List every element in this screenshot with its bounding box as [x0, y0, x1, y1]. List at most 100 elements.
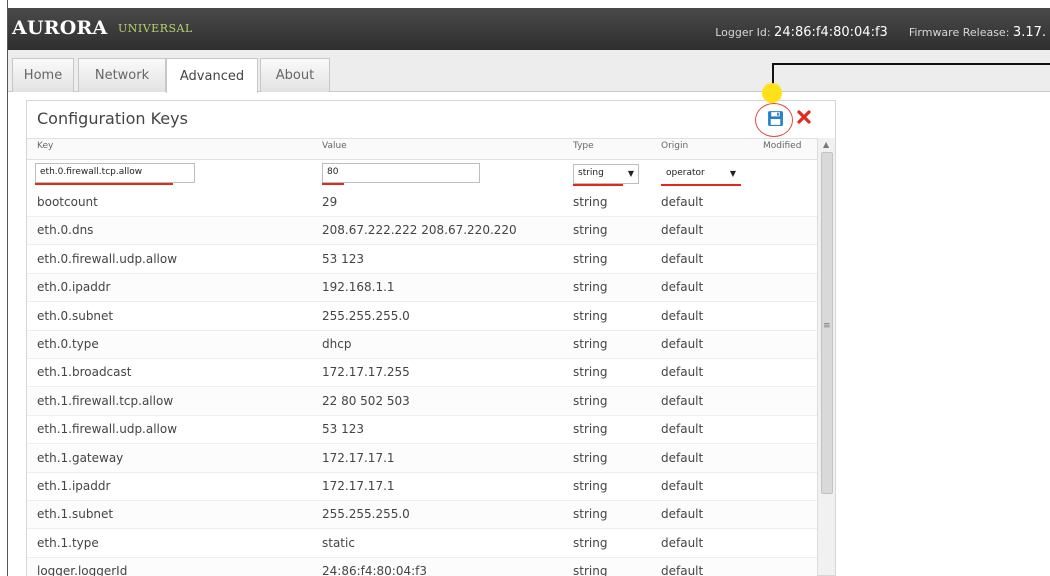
value-underline-annotation	[322, 183, 344, 185]
table-row[interactable]: eth.0.ipaddr 192.168.1.1 string default	[27, 274, 817, 303]
cell-key: logger.loggerId	[37, 564, 128, 576]
cell-value: 53 123	[322, 422, 364, 437]
cell-origin: default	[661, 280, 704, 295]
col-type[interactable]: Type	[573, 141, 594, 159]
tab-advanced-label: Advanced	[179, 68, 245, 84]
cell-origin: default	[661, 251, 704, 266]
cell-type: string	[573, 507, 608, 522]
cell-value: 22 80 502 503	[322, 393, 410, 408]
cell-key: eth.1.subnet	[37, 507, 114, 522]
type-underline-annotation	[573, 184, 623, 186]
cell-key: eth.1.broadcast	[37, 365, 132, 380]
scrollbar-thumb[interactable]: ≡	[821, 152, 833, 494]
firmware-value: 3.17.	[1012, 25, 1046, 40]
cell-origin: default	[661, 564, 704, 576]
cell-key: eth.1.firewall.tcp.allow	[37, 393, 174, 408]
cell-origin: default	[661, 308, 704, 323]
grip-icon: ≡	[823, 321, 831, 331]
callout-marker	[762, 83, 782, 103]
tab-home-label: Home	[23, 68, 63, 83]
tab-network[interactable]: Network	[78, 58, 166, 92]
cell-key: eth.0.firewall.udp.allow	[37, 251, 178, 266]
table-row[interactable]: eth.1.type static string default	[27, 530, 817, 558]
cell-value: 208.67.222.222 208.67.220.220	[322, 223, 517, 238]
key-input[interactable]: eth.0.firewall.tcp.allow	[35, 163, 195, 183]
delete-icon[interactable]	[796, 109, 812, 125]
panel-title: Configuration Keys	[37, 109, 188, 128]
type-select[interactable]: string ▼	[573, 164, 639, 184]
tab-strip: Home Network Advanced About	[8, 50, 1050, 93]
col-key[interactable]: Key	[37, 141, 53, 159]
cell-type: string	[573, 564, 608, 576]
cell-value: dhcp	[322, 337, 352, 351]
table-row[interactable]: eth.1.gateway 172.17.17.1 string default	[27, 444, 817, 473]
cell-origin: default	[661, 393, 704, 408]
table-row[interactable]: eth.0.dns 208.67.222.222 208.67.220.220 st…	[27, 217, 817, 246]
tab-home[interactable]: Home	[12, 58, 74, 92]
cell-key: bootcount	[37, 195, 98, 209]
origin-select[interactable]: operator ▼	[661, 164, 741, 184]
cell-value: 24:86:f4:80:04:f3	[322, 564, 428, 576]
chevron-down-icon: ▼	[627, 169, 634, 178]
logger-id-value: 24:86:f4:80:04:f3	[774, 25, 888, 40]
cell-type: string	[573, 479, 608, 493]
save-icon[interactable]	[767, 110, 784, 127]
brand-subtitle: UNIVERSAL	[118, 22, 193, 35]
table-row[interactable]: logger.loggerId 24:86:f4:80:04:f3 string de…	[27, 558, 817, 576]
cell-key: eth.1.ipaddr	[37, 479, 111, 493]
type-select-value: string	[578, 168, 604, 178]
cell-origin: default	[661, 223, 704, 238]
cell-key: eth.1.gateway	[37, 450, 124, 465]
cell-type: string	[573, 535, 608, 550]
cell-value: 172.17.17.255	[322, 365, 410, 380]
header-info: Logger Id: 24:86:f4:80:04:f3 Firmware Re…	[715, 25, 1046, 40]
table-row[interactable]: eth.0.subnet 255.255.255.0 string default	[27, 303, 817, 331]
tab-network-label: Network	[94, 68, 150, 83]
col-value[interactable]: Value	[322, 141, 347, 159]
table-row[interactable]: eth.1.ipaddr 172.17.17.1 string default	[27, 473, 817, 501]
tab-about-label: About	[275, 68, 315, 83]
cell-key: eth.0.dns	[37, 223, 94, 238]
column-header-bar	[27, 138, 817, 160]
table-row[interactable]: eth.1.broadcast 172.17.17.255 string defaul…	[27, 359, 817, 388]
col-modified[interactable]: Modified	[763, 141, 801, 159]
table-row[interactable]: eth.0.firewall.udp.allow 53 123 string defa…	[27, 246, 817, 274]
cell-value: 192.168.1.1	[322, 280, 395, 295]
cell-origin: default	[661, 450, 704, 465]
callout-line	[772, 63, 1050, 65]
origin-select-value: operator	[666, 168, 705, 178]
cell-key: eth.1.firewall.udp.allow	[37, 422, 178, 437]
cell-type: string	[573, 393, 608, 408]
tab-advanced[interactable]: Advanced	[166, 58, 258, 93]
cell-origin: default	[661, 507, 704, 522]
cell-type: string	[573, 422, 608, 437]
col-origin[interactable]: Origin	[661, 141, 688, 159]
table-row[interactable]: bootcount 29 string default	[27, 189, 817, 217]
cell-type: string	[573, 337, 608, 351]
cell-origin: default	[661, 535, 704, 550]
app-header: AURORA UNIVERSAL Logger Id: 24:86:f4:80:…	[8, 8, 1050, 50]
scroll-up-icon[interactable]: ▲	[823, 140, 829, 149]
cell-value: 172.17.17.1	[322, 450, 395, 465]
origin-underline-annotation	[661, 184, 741, 186]
cell-origin: default	[661, 195, 704, 209]
table-row[interactable]: eth.0.type dhcp string default	[27, 331, 817, 359]
cell-origin: default	[661, 365, 704, 380]
tab-about[interactable]: About	[260, 58, 330, 92]
vertical-scrollbar[interactable]: ▲ ≡	[817, 138, 835, 575]
table-row[interactable]: eth.1.subnet 255.255.255.0 string default	[27, 501, 817, 530]
value-input[interactable]: 80	[322, 163, 480, 183]
chevron-down-icon: ▼	[729, 169, 736, 178]
cell-type: string	[573, 195, 608, 209]
table-row[interactable]: eth.1.firewall.udp.allow 53 123 string defa…	[27, 416, 817, 445]
cell-type: string	[573, 251, 608, 266]
cell-type: string	[573, 450, 608, 465]
firmware-label: Firmware Release:	[908, 26, 1010, 39]
table-row[interactable]: eth.1.firewall.tcp.allow 22 80 502 503 str…	[27, 387, 817, 416]
cell-value: 255.255.255.0	[322, 308, 410, 323]
cell-origin: default	[661, 422, 704, 437]
cell-key: eth.0.type	[37, 337, 99, 351]
cell-key: eth.0.ipaddr	[37, 280, 111, 295]
cell-value: static	[322, 535, 355, 550]
cell-value: 29	[322, 195, 338, 209]
